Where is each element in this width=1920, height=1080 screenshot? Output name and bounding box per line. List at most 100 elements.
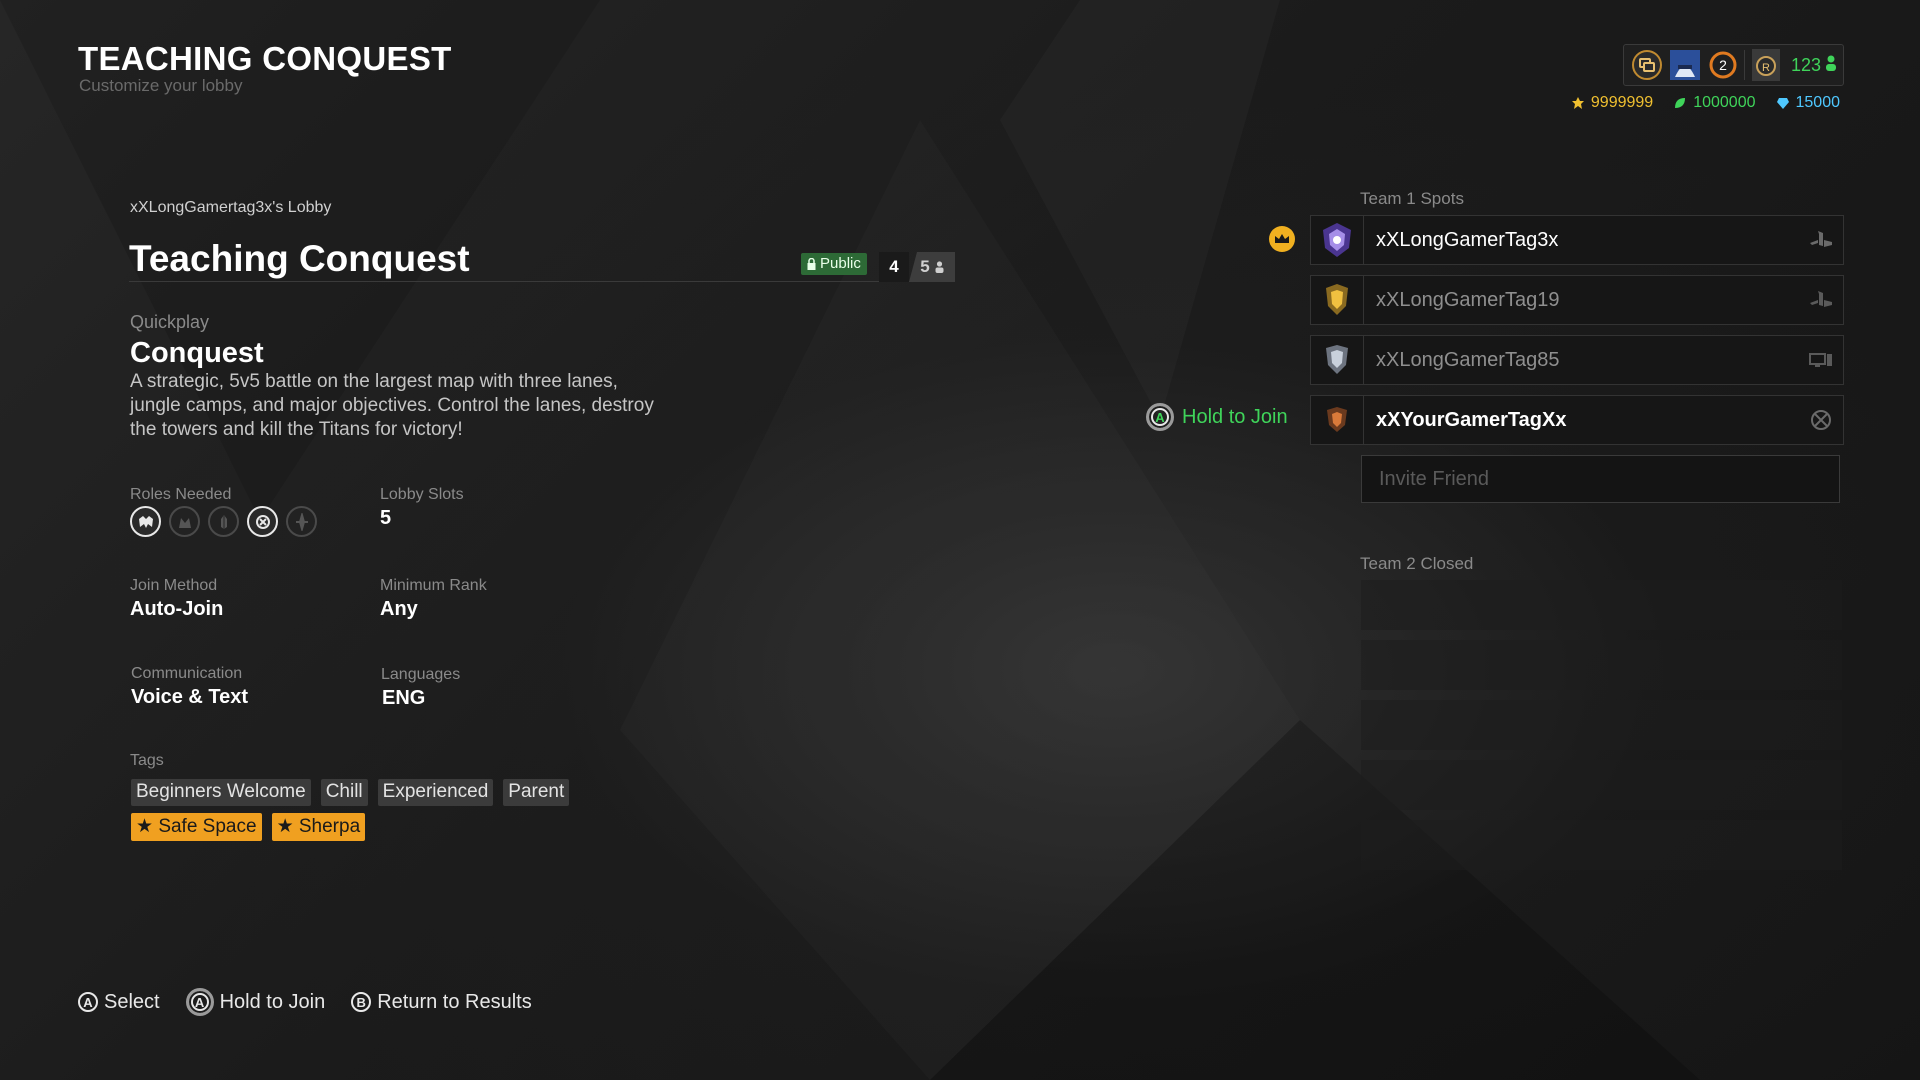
queue-label: Quickplay [130, 312, 210, 332]
favor-currency: 9999999 [1571, 94, 1653, 112]
a-button-icon: A [78, 992, 98, 1012]
chat-bubbles-icon[interactable] [1628, 46, 1666, 84]
person-icon [935, 261, 944, 273]
wallet: 9999999 1000000 15000 [1571, 94, 1840, 112]
lobby-slots-label: Lobby Slots [380, 486, 464, 503]
languages-value: ENG [382, 687, 426, 709]
tag: Beginners Welcome [131, 779, 311, 806]
roles-icons [130, 506, 317, 537]
visibility-label: Public [820, 255, 861, 272]
special-tag-label: Sherpa [298, 816, 361, 837]
team-slot-2[interactable]: xXLongGamerTag19 [1310, 275, 1844, 325]
player-name: xXYourGamerTagXx [1376, 408, 1567, 431]
gold-crest-avatar [1311, 276, 1364, 324]
tag: Experienced [377, 779, 494, 806]
bronze-crest-avatar [1311, 396, 1364, 444]
roles-label: Roles Needed [130, 486, 232, 503]
tag: Chill [320, 779, 368, 806]
team-slot-4[interactable]: xXYourGamerTagXx [1310, 395, 1844, 445]
communication-value: Voice & Text [131, 686, 249, 708]
player-name: xXLongGamerTag85 [1376, 348, 1560, 371]
visibility-badge: Public [801, 253, 867, 275]
hint-label: Return to Results [377, 990, 532, 1013]
background-shards [0, 0, 1700, 1080]
leaf-value: 1000000 [1693, 94, 1756, 111]
favor-value: 9999999 [1590, 94, 1654, 111]
playstation-icon [1799, 216, 1843, 264]
minimum-rank-value: Any [380, 598, 418, 620]
select-hint[interactable]: A Select [78, 991, 160, 1014]
tags-label: Tags [130, 752, 164, 769]
gem-icon [1776, 98, 1789, 109]
page-title: TEACHING CONQUEST [78, 40, 452, 77]
crown-icon [1269, 226, 1295, 252]
invite-friend-input[interactable]: Invite Friend [1361, 455, 1840, 503]
star-icon: ★ [276, 816, 299, 837]
mode-name: Conquest [130, 337, 264, 369]
join-method-value: Auto-Join [130, 598, 224, 620]
return-to-results-hint[interactable]: B Return to Results [351, 991, 532, 1014]
tags-list: Beginners Welcome Chill Experienced Pare… [131, 779, 570, 806]
special-tag-label: Safe Space [158, 816, 257, 837]
lobby-owner: xXLongGamertag3x's Lobby [130, 199, 332, 216]
lobby-slots-value: 5 [380, 507, 392, 529]
gem-currency: 15000 [1776, 94, 1840, 112]
star-icon: ★ [136, 816, 159, 837]
xbox-icon [1799, 396, 1843, 444]
notification-count-icon[interactable]: 2 [1704, 46, 1742, 84]
top-bar: 2 R 123 [1622, 44, 1844, 86]
players-max: 5 [920, 257, 930, 276]
player-name: xXLongGamerTag3x [1376, 228, 1559, 251]
svg-text:R: R [1762, 62, 1770, 74]
hold-to-join-hint[interactable]: A Hold to Join [185, 988, 326, 1016]
leaf-currency-icon [1675, 98, 1686, 108]
team-slot-3[interactable]: xXLongGamerTag85 [1310, 335, 1844, 385]
closed-slot [1361, 700, 1842, 750]
title-divider [129, 281, 955, 282]
notification-count: 2 [1719, 57, 1727, 73]
team-slot-1[interactable]: xXLongGamerTag3x [1310, 215, 1844, 265]
closed-slot [1361, 580, 1842, 630]
a-button-icon: A [1146, 403, 1174, 431]
team1-label: Team 1 Spots [1360, 189, 1464, 208]
player-count: 4 5 [879, 252, 955, 282]
special-tags-list: ★ Safe Space ★ Sherpa [131, 813, 366, 841]
lobby-name: Teaching Conquest [129, 238, 470, 279]
hold-to-join-prompt[interactable]: A Hold to Join [1146, 403, 1288, 431]
mage-role-icon [247, 506, 278, 537]
silver-crest-avatar [1311, 336, 1364, 384]
warrior-role-icon [208, 506, 239, 537]
special-tag: ★ Sherpa [271, 813, 366, 841]
mode-description: A strategic, 5v5 battle on the largest m… [130, 371, 654, 440]
a-button-icon: A [185, 988, 214, 1016]
closed-slot [1361, 640, 1842, 690]
join-method-label: Join Method [130, 577, 218, 594]
pc-monitor-icon [1799, 336, 1843, 384]
minimum-rank-label: Minimum Rank [380, 577, 487, 594]
assassin-role-icon [286, 506, 317, 537]
player-portrait-icon[interactable] [1666, 46, 1704, 84]
hint-label: Select [104, 990, 160, 1013]
special-tag: ★ Safe Space [131, 813, 262, 841]
button-hints: A Select A Hold to Join B Return to Resu… [78, 988, 532, 1016]
purple-crest-avatar [1311, 216, 1364, 264]
favor-coin-icon [1571, 97, 1584, 109]
hunter-role-icon [169, 506, 200, 537]
page-subtitle: Customize your lobby [79, 76, 243, 95]
rank-medal-icon[interactable]: R [1747, 46, 1785, 84]
tag: Parent [503, 779, 570, 806]
hint-label: Hold to Join [219, 990, 326, 1013]
friends-icon[interactable] [1825, 55, 1837, 76]
b-button-icon: B [351, 992, 372, 1012]
player-name: xXLongGamerTag19 [1376, 288, 1560, 311]
guardian-role-icon [130, 506, 161, 537]
level-value: 123 [1790, 54, 1821, 75]
leaf-currency: 1000000 [1673, 94, 1756, 112]
languages-label: Languages [381, 666, 461, 683]
players-max-box: 5 [909, 252, 955, 282]
team2-label: Team 2 Closed [1360, 554, 1474, 573]
closed-slot [1361, 820, 1842, 870]
closed-slot [1361, 760, 1842, 810]
lock-icon [807, 257, 816, 270]
playstation-icon [1799, 276, 1843, 324]
